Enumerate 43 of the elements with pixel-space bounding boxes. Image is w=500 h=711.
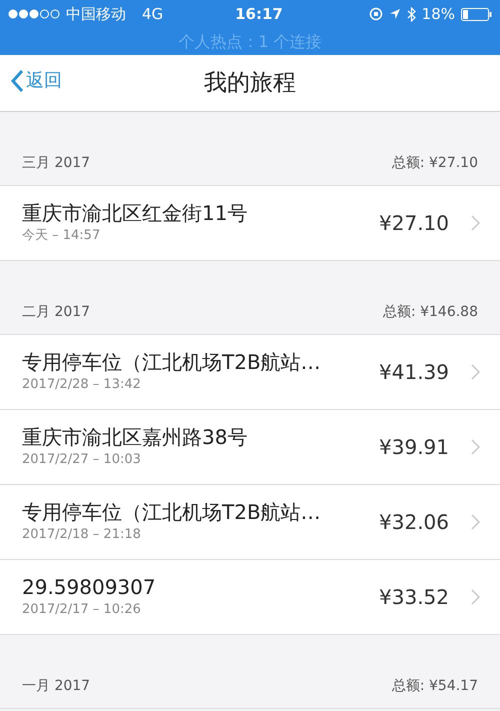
hotspot-status-text: 个人热点：1 个连接 — [178, 30, 322, 52]
trip-location: 重庆市渝北区红金街11号 — [22, 200, 248, 226]
location-icon — [388, 8, 401, 20]
trip-amount: ¥27.10 — [379, 210, 449, 237]
trip-amount: ¥39.91 — [379, 434, 449, 461]
page-title: 我的旅程 — [204, 68, 296, 98]
trip-time: 2017/2/27 – 10:03 — [22, 451, 142, 470]
month-total: 总额: ¥27.10 — [392, 154, 478, 173]
trip-location: 重庆市渝北区嘉州路38号 — [22, 424, 248, 450]
network-type: 4G — [142, 4, 164, 25]
trip-amount: ¥41.39 — [379, 359, 449, 386]
trip-time: 今天 – 14:57 — [22, 227, 102, 246]
month-header: 一月 2017 — [22, 677, 90, 696]
trip-row[interactable]: 专用停车位（江北机场T2B航站… 2017/2/18 – 21:18 ¥32.06 — [0, 485, 500, 560]
trip-row[interactable]: 专用停车位（江北机场T2B航站… 2017/2/28 – 13:42 ¥41.39 — [0, 335, 500, 410]
month-total: 总额: ¥146.88 — [382, 303, 478, 322]
trip-time: 2017/2/17 – 10:26 — [22, 601, 142, 620]
bluetooth-icon — [406, 6, 416, 22]
trip-amount: ¥33.52 — [379, 584, 449, 611]
battery-percentage: 18% — [422, 4, 455, 25]
trip-time: 2017/2/18 – 21:18 — [22, 526, 142, 544]
battery-icon — [461, 8, 492, 20]
trip-location: 专用停车位（江北机场T2B航站… — [22, 499, 322, 526]
month-header: 三月 2017 — [22, 154, 90, 173]
chevron-icon — [471, 215, 480, 231]
month-total: 总额: ¥54.17 — [392, 677, 478, 696]
signal-icon — [8, 9, 60, 19]
clock-time: 16:17 — [235, 4, 283, 25]
rotation-lock-icon — [368, 7, 383, 21]
carrier-name: 中国移动 — [66, 4, 126, 25]
trip-row[interactable]: 29.59809307 2017/2/17 – 10:26 ¥33.52 — [0, 560, 500, 635]
trip-amount: ¥32.06 — [379, 509, 449, 536]
chevron-icon — [471, 589, 480, 605]
chevron-icon — [471, 514, 480, 530]
trip-time: 2017/2/28 – 13:42 — [22, 376, 142, 394]
trip-row[interactable]: 重庆市渝北区嘉州路38号 2017/2/27 – 10:03 ¥39.91 — [0, 410, 500, 485]
month-header: 二月 2017 — [22, 303, 90, 322]
chevron-icon — [471, 439, 480, 455]
trip-location: 29.59809307 — [22, 574, 157, 600]
trip-row[interactable]: 重庆市渝北区红金街11号 今天 – 14:57 ¥27.10 — [0, 186, 500, 261]
back-chevron-icon — [10, 68, 24, 92]
chevron-icon — [471, 364, 480, 380]
trip-location: 专用停车位（江北机场T2B航站… — [22, 349, 322, 376]
